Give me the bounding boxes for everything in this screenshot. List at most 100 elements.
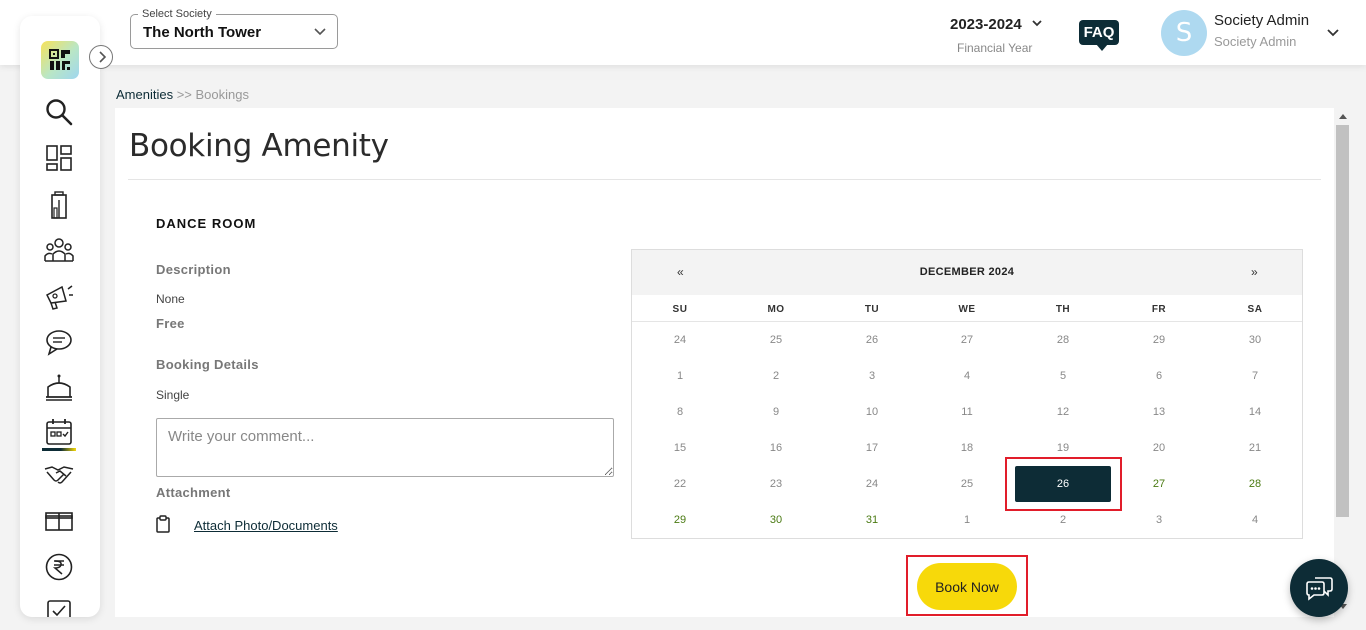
- calendar-icon[interactable]: [44, 417, 74, 447]
- calendar-day[interactable]: 1: [919, 508, 1015, 532]
- facilities-icon[interactable]: [44, 373, 74, 403]
- calendar-month-title[interactable]: DECEMBER 2024: [632, 266, 1302, 278]
- weekday-label: MO: [767, 304, 785, 315]
- calendar-day[interactable]: 25: [919, 472, 1015, 496]
- calendar-day[interactable]: 24: [824, 472, 920, 496]
- calendar-day[interactable]: 16: [728, 436, 824, 460]
- society-value: The North Tower: [143, 24, 262, 41]
- divider: [632, 321, 1302, 322]
- rupee-icon[interactable]: [44, 552, 74, 582]
- calendar-day[interactable]: 8: [632, 400, 728, 424]
- annotation-highlight-date: [1005, 457, 1122, 511]
- calendar-day[interactable]: 14: [1207, 400, 1303, 424]
- calendar-day[interactable]: 28: [1207, 472, 1303, 496]
- chevron-down-icon[interactable]: [1031, 16, 1043, 34]
- clipboard-icon[interactable]: [155, 515, 171, 533]
- calendar-day[interactable]: 6: [1111, 364, 1207, 388]
- members-icon[interactable]: [44, 235, 74, 265]
- calendar-day[interactable]: 10: [824, 400, 920, 424]
- calendar-day[interactable]: 31: [824, 508, 920, 532]
- financial-year-value[interactable]: 2023-2024: [950, 16, 1022, 33]
- active-indicator: [42, 448, 76, 451]
- weekday-label: FR: [1151, 304, 1167, 315]
- weekday-label: TH: [1055, 304, 1071, 315]
- chat-icon[interactable]: [44, 327, 74, 357]
- calendar-day[interactable]: 2: [728, 364, 824, 388]
- chevron-right-icon: [99, 51, 107, 63]
- description-label: Description: [156, 262, 231, 277]
- society-legend: Select Society: [138, 8, 216, 20]
- calendar-day[interactable]: 20: [1111, 436, 1207, 460]
- faq-button[interactable]: FAQ: [1079, 20, 1119, 51]
- calendar-day[interactable]: 2: [1015, 508, 1111, 532]
- weekday-label: TU: [864, 304, 880, 315]
- attach-documents-link[interactable]: Attach Photo/Documents: [194, 518, 338, 533]
- calendar-day[interactable]: 30: [728, 508, 824, 532]
- scrollbar-thumb[interactable]: [1336, 125, 1349, 517]
- financial-year-label: Financial Year: [957, 41, 1033, 55]
- calendar-day[interactable]: 7: [1207, 364, 1303, 388]
- calendar-day[interactable]: 22: [632, 472, 728, 496]
- dashboard-icon[interactable]: [44, 143, 74, 173]
- annotation-highlight-book: [906, 555, 1028, 616]
- support-chat-button[interactable]: [1290, 559, 1348, 617]
- description-value: None: [156, 292, 185, 306]
- calendar-day[interactable]: 21: [1207, 436, 1303, 460]
- attachment-label: Attachment: [156, 485, 231, 500]
- chat-bubble-icon: [1306, 577, 1333, 601]
- divider: [128, 179, 1321, 180]
- page-title: Booking Amenity: [129, 128, 389, 164]
- booking-calendar: « DECEMBER 2024 » SU MO TU WE TH FR SA 2…: [631, 249, 1303, 539]
- calendar-day[interactable]: 13: [1111, 400, 1207, 424]
- calendar-day[interactable]: 3: [824, 364, 920, 388]
- sidebar: [20, 16, 100, 617]
- package-icon[interactable]: [44, 506, 74, 536]
- sidebar-expand-button[interactable]: [89, 45, 113, 69]
- calendar-day[interactable]: 3: [1111, 508, 1207, 532]
- calendar-day[interactable]: 29: [632, 508, 728, 532]
- calendar-day[interactable]: 28: [1015, 328, 1111, 352]
- top-header: The North Tower Select Society 2023-2024…: [0, 0, 1366, 65]
- search-icon[interactable]: [44, 97, 74, 127]
- booking-card: Booking Amenity DANCE ROOM Description N…: [115, 108, 1334, 617]
- announcement-icon[interactable]: [44, 281, 74, 311]
- scroll-up-icon[interactable]: [1338, 112, 1348, 120]
- handshake-icon[interactable]: [44, 459, 74, 489]
- breadcrumb-separator: >>: [176, 87, 192, 102]
- calendar-day[interactable]: 27: [919, 328, 1015, 352]
- calendar-day[interactable]: 24: [632, 328, 728, 352]
- calendar-day[interactable]: 30: [1207, 328, 1303, 352]
- building-icon[interactable]: [44, 190, 74, 220]
- breadcrumb: Amenities >> Bookings: [116, 87, 249, 102]
- comment-input[interactable]: [156, 418, 614, 477]
- calendar-day[interactable]: 25: [728, 328, 824, 352]
- calendar-day[interactable]: 23: [728, 472, 824, 496]
- price-label: Free: [156, 316, 185, 331]
- weekday-label: WE: [958, 304, 976, 315]
- calendar-day[interactable]: 27: [1111, 472, 1207, 496]
- weekday-label: SU: [672, 304, 688, 315]
- calendar-day[interactable]: 4: [1207, 508, 1303, 532]
- calendar-day[interactable]: 18: [919, 436, 1015, 460]
- calendar-day[interactable]: 29: [1111, 328, 1207, 352]
- user-role: Society Admin: [1214, 34, 1297, 49]
- calendar-day[interactable]: 9: [728, 400, 824, 424]
- booking-details-label: Booking Details: [156, 357, 259, 372]
- calendar-next-button[interactable]: »: [1251, 265, 1258, 279]
- calendar-day[interactable]: 11: [919, 400, 1015, 424]
- calendar-day[interactable]: 1: [632, 364, 728, 388]
- breadcrumb-amenities[interactable]: Amenities: [116, 87, 173, 102]
- calendar-day[interactable]: 5: [1015, 364, 1111, 388]
- calendar-day[interactable]: 4: [919, 364, 1015, 388]
- calendar-day[interactable]: 17: [824, 436, 920, 460]
- calendar-day[interactable]: 15: [632, 436, 728, 460]
- task-icon[interactable]: [44, 597, 74, 617]
- calendar-day[interactable]: 12: [1015, 400, 1111, 424]
- weekday-label: SA: [1247, 304, 1263, 315]
- qr-logo-icon[interactable]: [41, 41, 79, 79]
- calendar-day[interactable]: 26: [824, 328, 920, 352]
- chevron-down-icon[interactable]: [1326, 26, 1340, 45]
- avatar[interactable]: S: [1161, 10, 1207, 56]
- booking-type-value: Single: [156, 388, 190, 402]
- chevron-down-icon: [313, 24, 327, 43]
